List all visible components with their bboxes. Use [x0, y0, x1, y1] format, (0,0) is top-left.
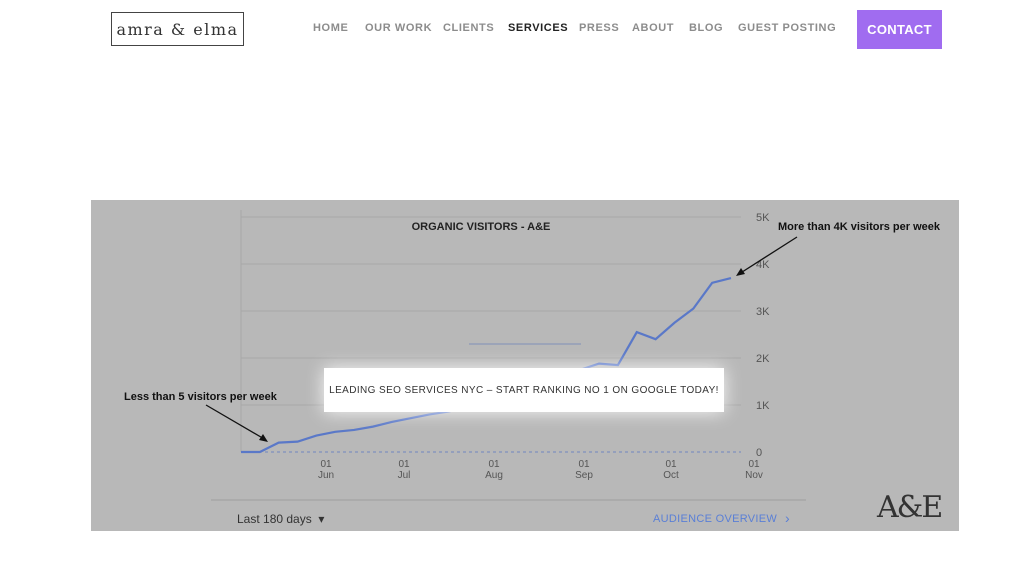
- annotation-high: More than 4K visitors per week: [778, 221, 941, 233]
- nav-item-home[interactable]: HOME: [313, 22, 348, 34]
- contact-button[interactable]: CONTACT: [857, 10, 942, 49]
- audience-overview-link[interactable]: AUDIENCE OVERVIEW: [653, 513, 777, 525]
- nav-item-blog[interactable]: BLOG: [689, 22, 723, 34]
- x-tick-day: 01: [748, 459, 760, 470]
- brand-mark-logo: A&E: [877, 490, 943, 525]
- y-tick-label: 2K: [756, 353, 770, 365]
- y-tick-label: 3K: [756, 306, 770, 318]
- x-tick-month: Nov: [745, 470, 763, 481]
- x-tick-month: Jun: [318, 470, 334, 481]
- nav-item-about[interactable]: ABOUT: [632, 22, 674, 34]
- y-tick-label: 0: [756, 447, 762, 459]
- site-logo[interactable]: amra & elma: [111, 12, 244, 46]
- nav-item-our-work[interactable]: OUR WORK: [365, 22, 432, 34]
- series-line: [241, 277, 732, 454]
- nav-item-press[interactable]: PRESS: [579, 22, 619, 34]
- date-range-label: Last 180 days: [237, 512, 312, 526]
- x-tick-day: 01: [578, 459, 590, 470]
- x-tick-month: Oct: [663, 470, 679, 481]
- nav-item-clients[interactable]: CLIENTS: [443, 22, 494, 34]
- annotation-low: Less than 5 visitors per week: [124, 391, 278, 403]
- caret-down-icon: ▾: [315, 512, 325, 526]
- x-tick-month: Jul: [398, 470, 411, 481]
- annotation-low-arrow: [205, 404, 267, 441]
- chart-title: ORGANIC VISITORS - A&E: [412, 221, 551, 233]
- x-tick-day: 01: [398, 459, 410, 470]
- x-tick-day: 01: [320, 459, 332, 470]
- x-tick-day: 01: [665, 459, 677, 470]
- y-tick-label: 5K: [756, 212, 770, 224]
- annotation-low-arrowhead: [259, 434, 268, 442]
- hero-chart-image: 5K 4K 3K 2K 1K 0 01 Jun 01 Jul 01 Aug 01 Sep 01 Oct 01 No…: [91, 200, 959, 531]
- organic-visitors-chart: 5K4K3K2K1K001Jun01Jul01Aug01Sep01Oct01No…: [124, 210, 941, 501]
- y-tick-label: 4K: [756, 259, 770, 271]
- x-tick-month: Aug: [485, 470, 503, 481]
- x-tick-day: 01: [488, 459, 500, 470]
- chevron-right-icon[interactable]: ›: [785, 510, 790, 526]
- x-tick-month: Sep: [575, 470, 593, 481]
- nav-item-services[interactable]: SERVICES: [508, 22, 568, 34]
- nav-item-guest-posting[interactable]: GUEST POSTING: [738, 22, 836, 34]
- date-range-select[interactable]: Last 180 days ▾: [237, 512, 324, 526]
- seo-overlay-banner: LEADING SEO SERVICES NYC – START RANKING…: [324, 368, 724, 412]
- annotation-high-arrowhead: [736, 268, 745, 276]
- y-tick-label: 1K: [756, 400, 770, 412]
